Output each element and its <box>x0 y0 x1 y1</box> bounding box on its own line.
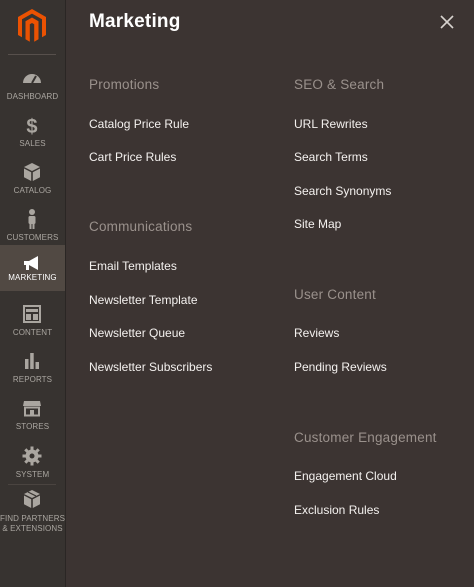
sidebar-item-label-line2: & EXTENSIONS <box>2 524 63 533</box>
bar-chart-icon <box>25 353 39 369</box>
menu-link-site-map[interactable]: Site Map <box>294 217 341 231</box>
package-icon <box>24 490 40 508</box>
sidebar-item-find-partners[interactable]: FIND PARTNERS & EXTENSIONS <box>0 486 65 536</box>
storefront-icon <box>23 401 41 417</box>
gauge-icon <box>23 74 41 84</box>
close-icon <box>440 15 454 29</box>
group-title-customer-engagement: Customer Engagement <box>294 430 437 445</box>
panel-title: Marketing <box>89 11 181 32</box>
dollar-icon: $ <box>26 116 37 136</box>
menu-link-cart-price-rules[interactable]: Cart Price Rules <box>89 150 176 164</box>
menu-link-reviews[interactable]: Reviews <box>294 326 339 340</box>
group-title-seo-search: SEO & Search <box>294 77 385 92</box>
gear-icon <box>22 446 42 466</box>
admin-sidebar: DASHBOARD $ SALES CATALOG CUSTOMERS MARK… <box>0 0 66 587</box>
sidebar-item-label: SYSTEM <box>15 470 50 479</box>
group-title-communications: Communications <box>89 219 193 234</box>
close-button[interactable] <box>436 11 458 33</box>
sidebar-item-label: SALES <box>19 139 46 148</box>
sidebar-item-label: FIND PARTNERS & EXTENSIONS <box>0 514 65 534</box>
person-icon <box>28 209 36 229</box>
sidebar-item-catalog[interactable]: CATALOG <box>0 156 65 203</box>
sidebar-item-stores[interactable]: STORES <box>0 392 65 439</box>
sidebar-item-label: CONTENT <box>12 328 53 337</box>
layout-icon <box>23 305 41 323</box>
menu-link-email-templates[interactable]: Email Templates <box>89 259 177 273</box>
menu-link-search-synonyms[interactable]: Search Synonyms <box>294 184 391 198</box>
menu-link-newsletter-template[interactable]: Newsletter Template <box>89 293 198 307</box>
sidebar-item-label: CATALOG <box>13 186 52 195</box>
megaphone-icon <box>24 256 38 270</box>
group-title-user-content: User Content <box>294 287 376 302</box>
menu-link-pending-reviews[interactable]: Pending Reviews <box>294 360 387 374</box>
sidebar-item-content[interactable]: CONTENT <box>0 298 65 345</box>
sidebar-item-label: MARKETING <box>8 273 57 282</box>
menu-link-search-terms[interactable]: Search Terms <box>294 150 368 164</box>
menu-link-catalog-price-rule[interactable]: Catalog Price Rule <box>89 117 189 131</box>
group-title-promotions: Promotions <box>89 77 160 92</box>
sidebar-item-label: DASHBOARD <box>6 92 59 101</box>
magento-logo-icon <box>18 9 46 42</box>
divider <box>8 54 56 55</box>
sidebar-item-marketing[interactable]: MARKETING <box>0 245 65 291</box>
menu-link-newsletter-subscribers[interactable]: Newsletter Subscribers <box>89 360 212 374</box>
sidebar-item-customers[interactable]: CUSTOMERS <box>0 203 65 250</box>
sidebar-item-sales[interactable]: $ SALES <box>0 109 65 156</box>
sidebar-item-label: CUSTOMERS <box>6 233 59 242</box>
menu-link-exclusion-rules[interactable]: Exclusion Rules <box>294 503 379 517</box>
menu-link-engagement-cloud[interactable]: Engagement Cloud <box>294 469 397 483</box>
sidebar-item-label-line1: FIND PARTNERS <box>0 514 66 523</box>
logo[interactable] <box>0 0 65 50</box>
admin-app: DASHBOARD $ SALES CATALOG CUSTOMERS MARK… <box>0 0 474 587</box>
svg-text:$: $ <box>26 116 37 136</box>
divider <box>8 484 56 485</box>
marketing-flyout-panel: Marketing Promotions Catalog Price Rule … <box>66 0 474 587</box>
sidebar-item-label: STORES <box>15 422 50 431</box>
box-icon <box>24 163 40 181</box>
sidebar-item-dashboard[interactable]: DASHBOARD <box>0 62 65 109</box>
sidebar-item-system[interactable]: SYSTEM <box>0 440 65 487</box>
menu-link-url-rewrites[interactable]: URL Rewrites <box>294 117 368 131</box>
menu-link-newsletter-queue[interactable]: Newsletter Queue <box>89 326 185 340</box>
sidebar-item-reports[interactable]: REPORTS <box>0 345 65 392</box>
sidebar-item-label: REPORTS <box>12 375 53 384</box>
